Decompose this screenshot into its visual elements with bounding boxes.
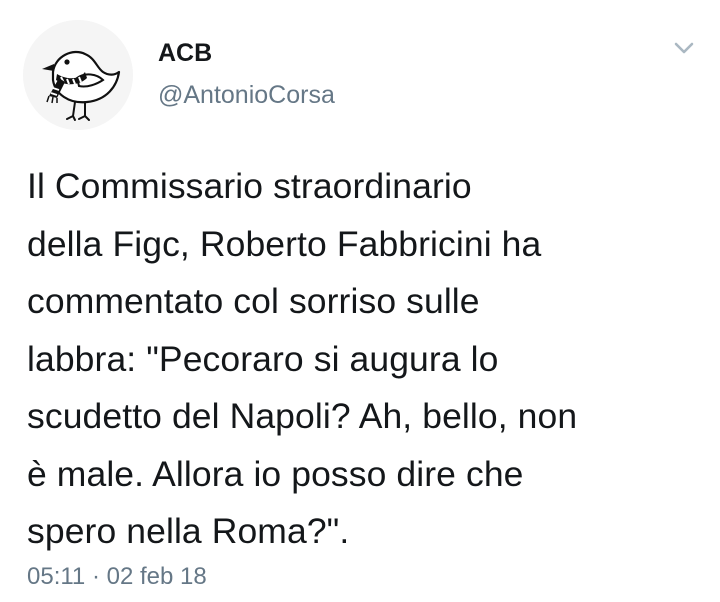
user-handle[interactable]: @AntonioCorsa	[158, 80, 335, 110]
tweet-card: ACB @AntonioCorsa Il Commissario straord…	[0, 0, 720, 602]
chevron-down-icon[interactable]	[670, 34, 698, 62]
display-name[interactable]: ACB	[158, 38, 212, 68]
timestamp-separator: ·	[91, 563, 100, 590]
tweet-text: Il Commissario straordinario della Figc,…	[27, 166, 578, 551]
bird-avatar-icon	[23, 20, 133, 130]
tweet-date: 02 feb 18	[106, 563, 207, 590]
tweet-timestamp[interactable]: 05:11 · 02 feb 18	[27, 562, 207, 592]
tweet-time: 05:11	[27, 563, 86, 590]
avatar[interactable]	[23, 20, 133, 130]
